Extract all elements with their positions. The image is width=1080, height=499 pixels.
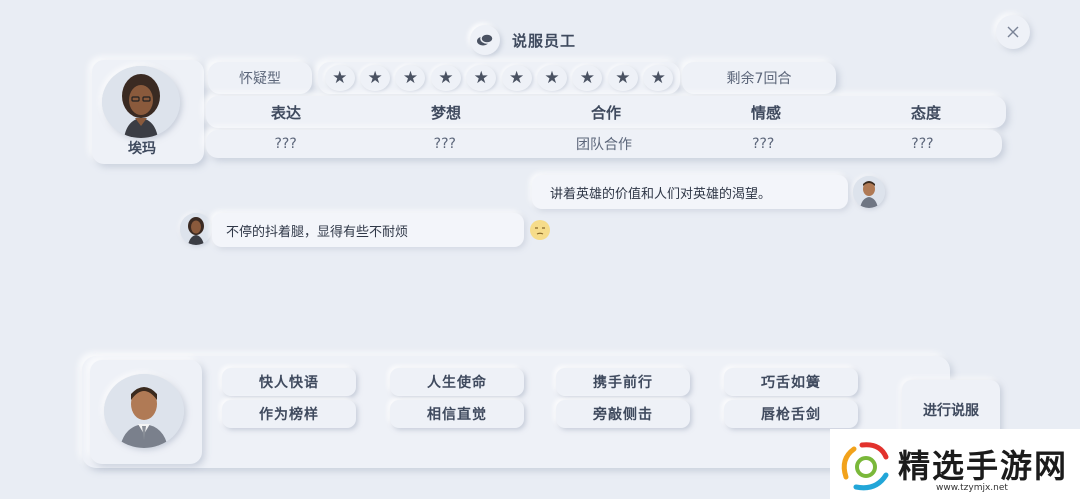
attribute-value: ??? <box>274 136 297 152</box>
star-icon: ★ <box>395 65 426 91</box>
player-avatar <box>104 374 184 448</box>
npc-trait-label: 怀疑型 <box>208 62 312 94</box>
action-button[interactable]: 巧舌如簧 <box>724 368 858 396</box>
star-icon: ★ <box>324 65 355 91</box>
star-icon: ★ <box>501 65 532 91</box>
attribute-header: 合作 <box>590 103 621 122</box>
star-icon: ★ <box>466 65 497 91</box>
player-message-bubble: 讲着英雄的价值和人们对英雄的渴望。 <box>532 175 848 209</box>
player-avatar-small <box>853 176 885 208</box>
watermark: 精选手游网 www.tzymjx.net <box>830 429 1080 499</box>
action-button[interactable]: 相信直觉 <box>390 400 524 428</box>
watermark-url: www.tzymjx.net <box>936 483 1008 493</box>
star-icon: ★ <box>537 65 568 91</box>
player-profile-card <box>90 360 202 464</box>
watermark-logo-icon <box>841 442 889 491</box>
star-icon: ★ <box>572 65 603 91</box>
attribute-header: 梦想 <box>430 103 461 122</box>
attribute-header: 情感 <box>750 103 781 122</box>
npc-avatar-small <box>180 213 212 245</box>
attribute-value: ??? <box>433 136 456 152</box>
action-button[interactable]: 唇枪舌剑 <box>724 400 858 428</box>
close-button[interactable] <box>996 15 1030 49</box>
attribute-value: ??? <box>752 136 775 152</box>
action-button[interactable]: 人生使命 <box>390 368 524 396</box>
npc-name: 埃玛 <box>128 141 156 157</box>
action-button[interactable]: 快人快语 <box>222 368 356 396</box>
attribute-header-row: 表达 梦想 合作 情感 态度 <box>206 96 1006 128</box>
close-icon <box>1007 26 1019 38</box>
dialog-title: 说服员工 <box>512 31 577 50</box>
watermark-title: 精选手游网 <box>898 447 1069 485</box>
star-icon: ★ <box>360 65 391 91</box>
attribute-value: ??? <box>911 136 934 152</box>
npc-profile-card: 埃玛 <box>92 60 204 164</box>
star-icon: ★ <box>643 65 674 91</box>
star-icon: ★ <box>430 65 461 91</box>
npc-avatar <box>102 66 180 138</box>
attribute-header: 表达 <box>270 103 301 122</box>
attribute-header: 态度 <box>910 103 941 122</box>
progress-stars: ★ ★ ★ ★ ★ ★ ★ ★ ★ ★ <box>318 62 680 94</box>
npc-message-bubble: 不停的抖着腿，显得有些不耐烦 <box>212 213 524 247</box>
action-button[interactable]: 旁敲侧击 <box>556 400 690 428</box>
rounds-remaining: 剩余7回合 <box>682 62 836 94</box>
chat-bubbles-icon <box>470 25 500 55</box>
action-button[interactable]: 作为榜样 <box>222 400 356 428</box>
unamused-face-icon <box>529 219 551 241</box>
star-icon: ★ <box>607 65 638 91</box>
attribute-value-row: ??? ??? 团队合作 ??? ??? <box>206 130 1002 158</box>
action-button[interactable]: 携手前行 <box>556 368 690 396</box>
attribute-value: 团队合作 <box>576 137 632 153</box>
dialog-header: 说服员工 <box>470 25 576 55</box>
